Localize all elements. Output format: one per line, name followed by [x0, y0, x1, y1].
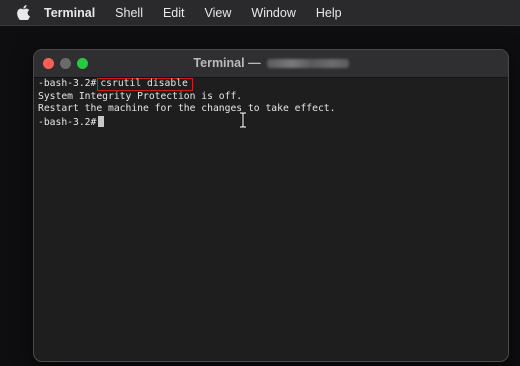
i-beam-cursor-icon — [240, 112, 246, 128]
output-line: System Integrity Protection is off. — [38, 90, 243, 102]
menu-shell[interactable]: Shell — [105, 0, 153, 26]
menu-edit[interactable]: Edit — [153, 0, 195, 26]
window-title: Terminal — — [34, 50, 508, 77]
shell-prompt: -bash-3.2# — [38, 78, 97, 89]
apple-logo-icon[interactable] — [16, 5, 30, 21]
desktop-screen: Terminal Shell Edit View Window Help Ter… — [0, 0, 520, 366]
menu-help[interactable]: Help — [306, 0, 352, 26]
prompt-line: -bash-3.2# — [38, 115, 508, 129]
highlighted-command: csrutil disable — [97, 78, 193, 91]
window-titlebar[interactable]: Terminal — — [34, 50, 508, 78]
text-cursor — [98, 115, 105, 127]
menu-terminal[interactable]: Terminal — [44, 0, 105, 26]
menu-bar: Terminal Shell Edit View Window Help — [0, 0, 520, 26]
command-line: -bash-3.2# csrutil disable — [38, 78, 508, 91]
shell-prompt: -bash-3.2# — [38, 116, 97, 128]
terminal-content[interactable]: -bash-3.2# csrutil disable System Integri… — [34, 78, 508, 361]
window-title-text: Terminal — — [193, 56, 261, 70]
menu-view[interactable]: View — [195, 0, 242, 26]
menu-window[interactable]: Window — [241, 0, 305, 26]
output-line: Restart the machine for the changes to t… — [38, 103, 336, 114]
redacted-title-blur — [266, 59, 349, 69]
terminal-window: Terminal — -bash-3.2# csrutil disable Sys… — [33, 49, 509, 362]
